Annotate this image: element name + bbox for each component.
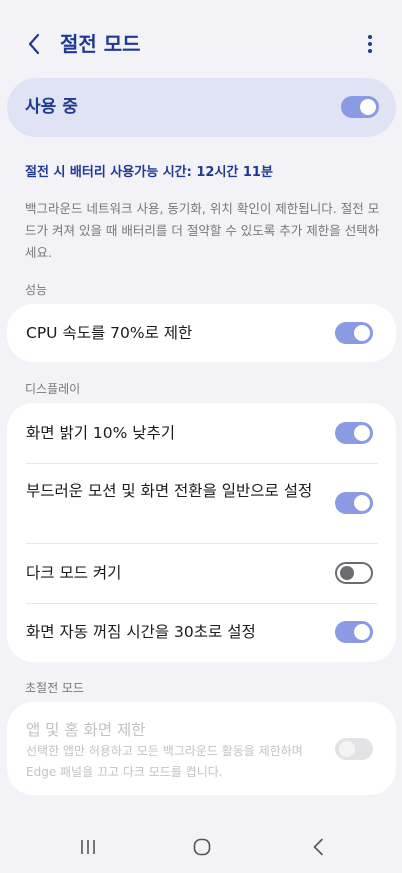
chevron-left-icon <box>28 33 40 55</box>
dark-mode-toggle[interactable] <box>335 562 373 584</box>
screen-timeout-toggle[interactable] <box>335 621 373 643</box>
page-title: 절전 모드 <box>60 32 141 56</box>
more-options-button[interactable] <box>358 28 382 60</box>
nav-home-button[interactable] <box>182 832 222 862</box>
back-button[interactable] <box>18 28 50 60</box>
motion-toggle[interactable] <box>335 492 373 514</box>
app-home-limit-toggle[interactable] <box>335 738 373 760</box>
home-icon <box>193 838 211 856</box>
system-nav-bar <box>0 820 402 873</box>
master-switch-row[interactable]: 사용 중 <box>7 78 396 137</box>
setting-label: 화면 자동 꺼짐 시간을 30초로 설정 <box>26 623 256 641</box>
master-toggle[interactable] <box>341 96 379 118</box>
setting-sublabel: 선택한 앱만 허용하고 모든 백그라운드 활동을 제한하며 Edge 패널을 끄… <box>26 744 303 779</box>
ultra-card: 앱 및 홈 화면 제한 선택한 앱만 허용하고 모든 백그라운드 활동을 제한하… <box>7 702 396 795</box>
setting-label: 앱 및 홈 화면 제한 <box>26 721 146 739</box>
setting-label: 부드러운 모션 및 화면 전환을 일반으로 설정 <box>26 482 313 500</box>
performance-card: CPU 속도를 70%로 제한 <box>7 304 396 362</box>
cpu-limit-toggle[interactable] <box>335 322 373 344</box>
more-vertical-icon <box>368 35 372 53</box>
nav-back-button[interactable] <box>298 832 338 862</box>
setting-row-motion[interactable]: 부드러운 모션 및 화면 전환을 일반으로 설정 <box>7 464 396 543</box>
setting-row-cpu-limit[interactable]: CPU 속도를 70%로 제한 <box>7 304 396 362</box>
recents-icon <box>81 840 95 854</box>
setting-row-app-home-limit[interactable]: 앱 및 홈 화면 제한 선택한 앱만 허용하고 모든 백그라운드 활동을 제한하… <box>7 702 396 795</box>
setting-label: CPU 속도를 70%로 제한 <box>26 324 193 342</box>
brightness-toggle[interactable] <box>335 422 373 444</box>
battery-time-estimate: 절전 시 배터리 사용가능 시간: 12시간 11분 <box>25 165 273 180</box>
setting-row-brightness[interactable]: 화면 밝기 10% 낮추기 <box>7 403 396 463</box>
setting-row-screen-timeout[interactable]: 화면 자동 꺼짐 시간을 30초로 설정 <box>7 604 396 662</box>
master-switch-label: 사용 중 <box>25 97 78 117</box>
back-icon <box>313 838 323 856</box>
section-label-display: 디스플레이 <box>25 382 81 396</box>
app-header: 절전 모드 <box>0 0 402 86</box>
nav-recents-button[interactable] <box>68 832 108 862</box>
section-label-performance: 성능 <box>25 283 48 297</box>
setting-label: 다크 모드 켜기 <box>26 564 122 582</box>
display-card: 화면 밝기 10% 낮추기 부드러운 모션 및 화면 전환을 일반으로 설정 다… <box>7 403 396 662</box>
section-label-ultra: 초절전 모드 <box>25 681 85 695</box>
setting-label: 화면 밝기 10% 낮추기 <box>26 424 176 442</box>
setting-row-dark-mode[interactable]: 다크 모드 켜기 <box>7 544 396 603</box>
power-saving-description: 백그라운드 네트워크 사용, 동기화, 위치 확인이 제한됩니다. 절전 모드가… <box>25 201 380 260</box>
